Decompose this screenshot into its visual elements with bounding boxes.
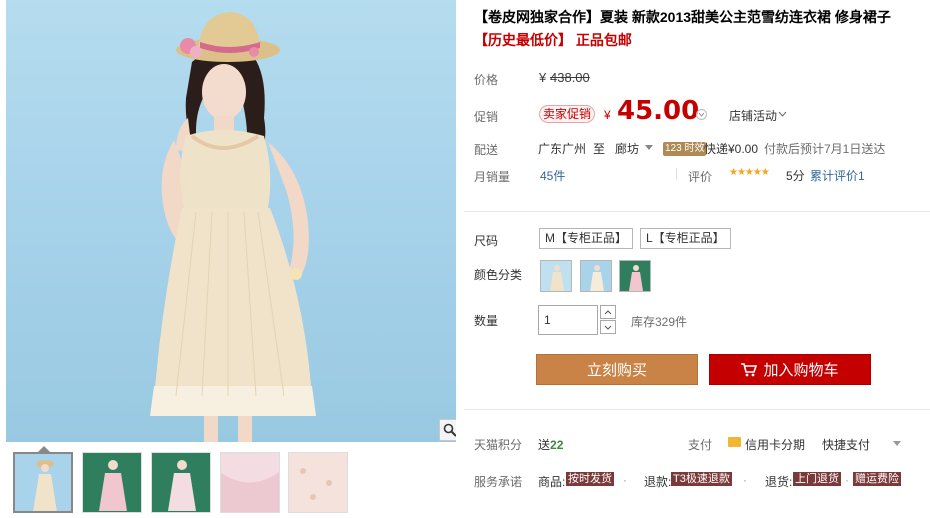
delivery-estimate: 付款后预计7月1日送达 xyxy=(764,142,886,156)
quantity-increase-button[interactable] xyxy=(600,305,616,319)
caret-down-icon[interactable] xyxy=(645,145,653,151)
buy-now-button[interactable]: 立刻购买 xyxy=(536,354,698,385)
payment-label: 支付 xyxy=(688,438,713,452)
rating-score: 5分 xyxy=(786,169,805,183)
size-label: 尺码 xyxy=(474,234,499,248)
currency-symbol: ¥ xyxy=(539,70,547,85)
add-to-cart-button[interactable]: 加入购物车 xyxy=(709,354,871,385)
current-price: 45.00 xyxy=(617,96,700,126)
dot-separator: · xyxy=(845,473,849,487)
points-label: 天猫积分 xyxy=(474,438,523,452)
shopping-cart-icon xyxy=(741,362,758,376)
dot-separator: · xyxy=(743,473,747,487)
delivery-time-badge: 123 时效 xyxy=(663,142,707,156)
size-option-m[interactable]: M【专柜正品】 xyxy=(539,228,633,249)
thumbnail-1[interactable] xyxy=(13,452,73,513)
quantity-input[interactable] xyxy=(538,305,598,335)
ship-to-city[interactable]: 廊坊 xyxy=(615,140,639,157)
rating-stars: ★★★★★ xyxy=(729,167,770,178)
magnifier-icon xyxy=(443,423,456,437)
color-swatch-2[interactable] xyxy=(580,260,612,292)
product-subtitle: 【历史最低价】 正品包邮 xyxy=(474,32,632,48)
service-refund-prefix: 退款: xyxy=(644,475,672,489)
monthly-sales-count: 45件 xyxy=(540,169,566,183)
service-on-time-tag[interactable]: 按时发货 xyxy=(566,472,614,486)
buy-now-label: 立刻购买 xyxy=(586,362,647,379)
service-goods-prefix: 商品: xyxy=(538,475,566,489)
quantity-label: 数量 xyxy=(474,314,499,328)
caret-down-icon[interactable] xyxy=(893,441,901,447)
service-fast-refund-tag[interactable]: T3极速退款 xyxy=(671,472,732,486)
quantity-decrease-button[interactable] xyxy=(600,320,616,334)
ship-to-word: 至 xyxy=(593,142,606,156)
product-title: 【卷皮网独家合作】夏装 新款2013甜美公主范雪纺连衣裙 修身裙子 xyxy=(474,9,891,25)
service-shipping-insurance-tag[interactable]: 赠运费险 xyxy=(853,472,901,486)
divider xyxy=(464,211,930,212)
currency-symbol-current: ¥ xyxy=(604,108,611,122)
color-swatch-3[interactable] xyxy=(619,260,651,292)
ship-from: 广东广州 xyxy=(538,142,587,156)
thumbnail-5[interactable] xyxy=(288,452,348,513)
quick-pay[interactable]: 快捷支付 xyxy=(822,436,870,453)
store-activity[interactable]: 店铺活动 xyxy=(729,107,777,124)
divider xyxy=(676,168,677,180)
chevron-down-icon xyxy=(778,111,787,117)
shipping-label: 配送 xyxy=(474,143,499,157)
size-option-l[interactable]: L【专柜正品】 xyxy=(640,228,731,249)
original-price: 438.00 xyxy=(550,70,590,85)
thumbnail-4[interactable] xyxy=(220,452,280,513)
color-label: 颜色分类 xyxy=(474,268,523,282)
service-label: 服务承诺 xyxy=(474,475,523,489)
price-label: 价格 xyxy=(474,73,499,87)
thumbnail-2[interactable] xyxy=(82,452,142,513)
dot-separator: · xyxy=(623,473,627,487)
thumbnail-3[interactable] xyxy=(151,452,211,513)
add-to-cart-label: 加入购物车 xyxy=(763,362,839,379)
express-fee: 快递¥0.00 xyxy=(704,142,759,156)
zoom-button[interactable] xyxy=(439,419,456,441)
promo-tag: 卖家促销 xyxy=(539,105,596,123)
review-count-link[interactable]: 累计评价1 xyxy=(810,167,865,184)
chevron-down-icon[interactable] xyxy=(696,109,707,120)
service-return-prefix: 退货: xyxy=(765,475,793,489)
chevron-up-icon xyxy=(604,309,612,314)
promo-label: 促销 xyxy=(474,110,499,124)
model-photo xyxy=(150,12,316,442)
color-swatch-1[interactable] xyxy=(540,260,572,292)
rating-label: 评价 xyxy=(688,170,713,184)
credit-card-icon xyxy=(728,437,741,447)
divider xyxy=(464,409,930,410)
service-pickup-return-tag[interactable]: 上门退货 xyxy=(793,472,841,486)
stock-count: 库存329件 xyxy=(631,315,688,329)
credit-installment[interactable]: 信用卡分期 xyxy=(745,436,805,453)
monthly-sales-label: 月销量 xyxy=(474,170,511,184)
chevron-down-icon xyxy=(604,325,612,330)
points-value: 送22 xyxy=(538,438,564,452)
main-product-image[interactable] xyxy=(6,0,456,442)
